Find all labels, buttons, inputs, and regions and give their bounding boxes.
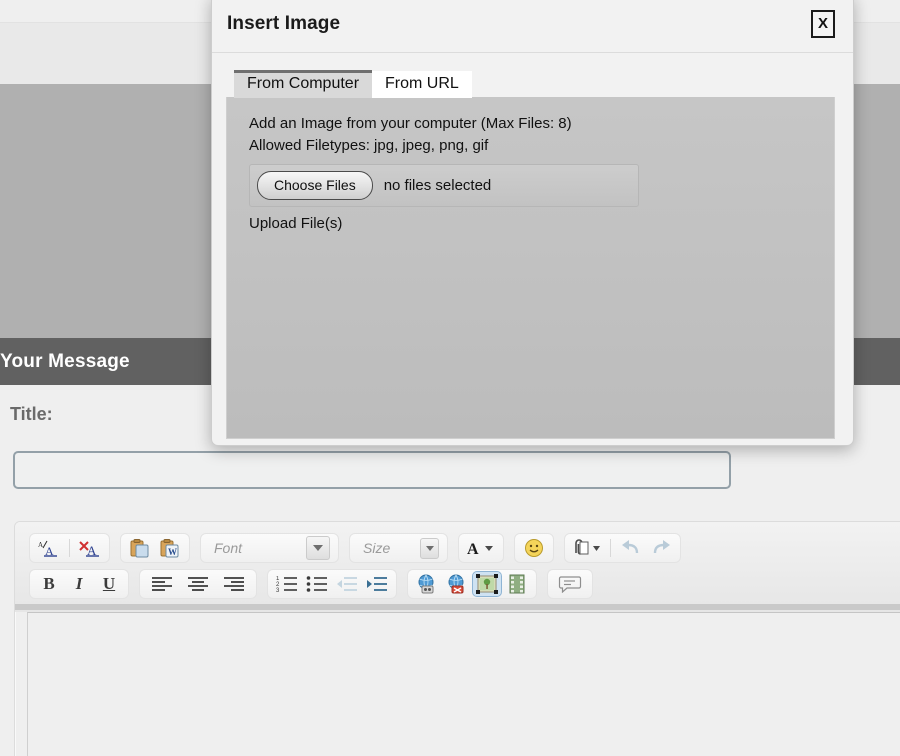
paste-word-icon[interactable]: W <box>156 536 184 560</box>
svg-text:W: W <box>168 547 177 557</box>
toolbar-divider <box>610 539 611 557</box>
editor-toolbar-row-2: B I U 123 <box>15 566 900 602</box>
svg-text:3: 3 <box>276 588 280 592</box>
undo-icon[interactable] <box>617 536 645 560</box>
underline-icon[interactable]: U <box>95 572 123 596</box>
quote-group <box>547 569 593 599</box>
unlink-icon[interactable] <box>443 572 471 596</box>
bold-icon[interactable]: B <box>35 572 63 596</box>
choose-files-button[interactable]: Choose Files <box>257 170 373 200</box>
unordered-list-icon[interactable] <box>303 572 331 596</box>
message-editor: AA A W Font Size A B I U 1 2 3 <box>14 521 900 756</box>
alignment-group <box>139 569 257 599</box>
ordered-list-icon[interactable]: 123 <box>273 572 301 596</box>
title-field-label: Title: <box>10 404 53 424</box>
dialog-title: Insert Image <box>227 12 341 34</box>
insert-image-icon[interactable] <box>472 571 502 597</box>
align-center-icon[interactable] <box>181 572 215 596</box>
toolbar-divider <box>69 539 70 557</box>
bold-italic-underline-group: B I U <box>29 569 129 599</box>
title-input[interactable] <box>13 451 731 489</box>
insert-video-icon[interactable] <box>503 572 531 596</box>
text-color-group: A <box>458 533 504 563</box>
file-input[interactable]: Choose Files no files selected <box>249 163 639 207</box>
dialog-tabs: From Computer From URL <box>212 53 853 98</box>
tab-from-url[interactable]: From URL <box>372 71 472 98</box>
upload-files-button[interactable]: Upload File(s) <box>249 215 834 232</box>
text-color-icon[interactable]: A <box>464 536 498 560</box>
link-icon[interactable] <box>413 572 441 596</box>
tab-from-computer[interactable]: From Computer <box>234 70 373 98</box>
editor-toolbar: AA A W Font Size A B I U 1 2 3 <box>15 522 900 612</box>
screen-root: Reply Reply with Quote Your Message Titl… <box>0 0 900 756</box>
file-status-text: no files selected <box>383 176 492 194</box>
list-indent-group: 123 <box>267 569 397 599</box>
emoji-icon[interactable] <box>520 536 548 560</box>
from-computer-panel: Add an Image from your computer (Max Fil… <box>226 97 835 439</box>
svg-text:A: A <box>45 544 54 557</box>
max-files-text: Add an Image from your computer (Max Fil… <box>249 115 572 132</box>
format-group: AA A <box>29 533 110 563</box>
size-select[interactable]: Size <box>355 536 442 560</box>
insert-image-dialog: Insert Image X From Computer From URL Ad… <box>211 0 854 446</box>
dialog-header: Insert Image X <box>212 0 853 53</box>
size-group: Size <box>349 533 448 563</box>
size-select-label: Size <box>363 540 391 556</box>
editor-toolbar-row-1: AA A W Font Size A <box>15 530 900 566</box>
italic-icon[interactable]: I <box>65 572 93 596</box>
font-select-label: Font <box>214 540 243 556</box>
close-icon[interactable]: X <box>811 9 835 38</box>
indent-icon[interactable] <box>363 572 391 596</box>
paste-icon[interactable] <box>126 536 154 560</box>
attach-undo-group <box>564 533 681 563</box>
toolbar-bottom-strip <box>15 604 900 610</box>
remove-format-icon[interactable]: A <box>76 536 104 560</box>
redo-icon[interactable] <box>647 536 675 560</box>
allowed-filetypes-text: Allowed Filetypes: jpg, jpeg, png, gif <box>249 136 489 154</box>
outdent-icon[interactable] <box>333 572 361 596</box>
media-group <box>407 569 537 599</box>
editor-content-area[interactable] <box>27 612 900 756</box>
source-format-icon[interactable]: AA <box>35 536 63 560</box>
svg-text:A: A <box>87 543 97 557</box>
chevron-down-icon <box>420 537 439 559</box>
svg-text:A: A <box>38 541 43 549</box>
quote-icon[interactable] <box>553 572 587 596</box>
font-group: Font <box>200 533 339 563</box>
font-select[interactable]: Font <box>206 536 333 560</box>
paste-group: W <box>120 533 190 563</box>
attach-icon[interactable] <box>570 536 604 560</box>
svg-text:A: A <box>467 541 479 557</box>
emoji-group <box>514 533 554 563</box>
align-left-icon[interactable] <box>145 572 179 596</box>
your-message-label: Your Message <box>0 350 130 372</box>
chevron-down-icon <box>306 536 330 560</box>
align-right-icon[interactable] <box>217 572 251 596</box>
